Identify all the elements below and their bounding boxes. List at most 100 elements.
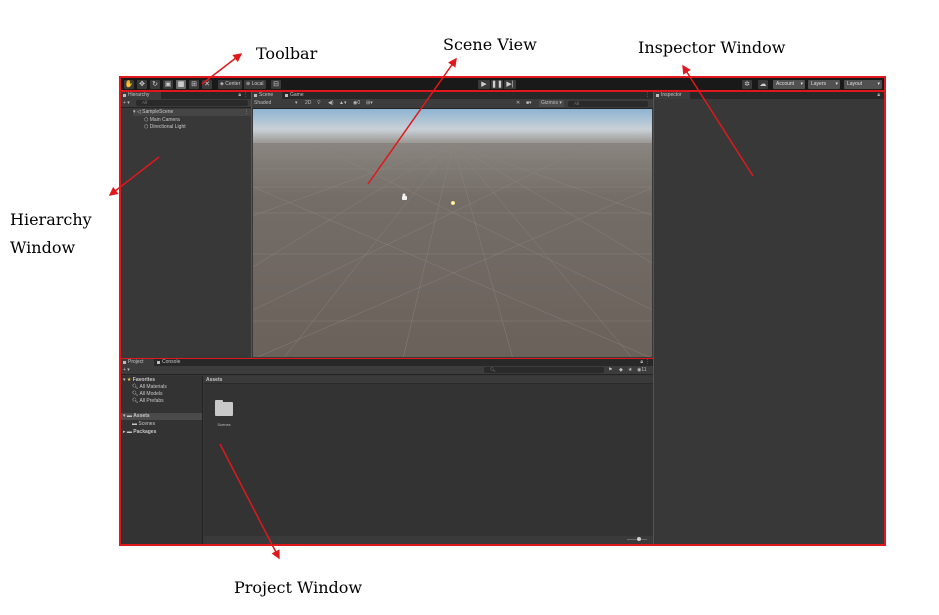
tools-icon[interactable]: ✕ [516, 100, 520, 107]
project-content: Assets Scenes [204, 376, 653, 536]
expand-icon[interactable]: ▾ [133, 109, 136, 115]
list-item[interactable]: 🔍︎ All Materials [132, 384, 167, 391]
hierarchy-add-label: + [123, 100, 126, 106]
pause-icon[interactable]: ❚❚ [491, 80, 503, 89]
chevron-down-icon: ▾ [877, 81, 880, 87]
layout-label: Layout [847, 81, 863, 87]
list-item[interactable]: ⬡ Directional Light [144, 124, 186, 131]
inspector-tabbar: Inspector 🔒︎ [654, 92, 884, 99]
tab-game[interactable]: Game [283, 92, 313, 99]
add-icon[interactable]: + ▾ [123, 100, 130, 107]
breadcrumb[interactable]: Assets [204, 376, 653, 384]
rotate-icon[interactable]: ↻ [150, 80, 160, 89]
tab-inspector[interactable]: Inspector [654, 92, 690, 99]
folder-icon: ▬ [126, 429, 132, 435]
list-item-label: All Prefabs [139, 398, 164, 404]
expand-icon[interactable]: ▾ [123, 377, 126, 383]
more-icon[interactable]: ⋮ [243, 92, 248, 99]
scene-panel: Scene Game ⋮ Shaded ▾ 2D 💡︎ ◀) ▲▾ ◉0 ⊞▾ … [251, 91, 654, 359]
custom-tool-icon[interactable]: ✕ [202, 80, 212, 89]
lock-icon[interactable]: 🔒︎ [238, 92, 241, 99]
2d-toggle[interactable]: 2D [305, 100, 311, 107]
list-item-label: Main Camera [149, 117, 180, 123]
unity-editor: ✋ ✥ ↻ ▣ ▦ ⊞ ✕ ◈ Center ⊕ Local ⊟ ▶ ❚❚ ▶|… [119, 76, 886, 546]
scene-view-annotation: Scene View [443, 35, 537, 54]
folder-icon [215, 400, 233, 416]
hidden-count-icon[interactable]: ◉0 [353, 100, 360, 107]
star-filter-icon[interactable]: ★ [628, 367, 632, 374]
scene-search-input[interactable]: All [568, 101, 648, 107]
expand-icon[interactable]: ▾ [123, 413, 126, 419]
effects-icon[interactable]: ▲▾ [339, 100, 346, 107]
folder-tab-icon [123, 361, 126, 364]
layers-label: Layers [811, 81, 827, 87]
scene-viewport[interactable] [253, 109, 652, 357]
pivot-toggle[interactable]: ◈ Center [218, 80, 243, 89]
tab-scene[interactable]: Scene [252, 92, 282, 99]
list-item[interactable]: 🔍︎ All Prefabs [132, 398, 164, 405]
main-toolbar: ✋ ✥ ↻ ▣ ▦ ⊞ ✕ ◈ Center ⊕ Local ⊟ ▶ ❚❚ ▶|… [120, 77, 885, 91]
move-icon[interactable]: ✥ [137, 80, 147, 89]
tab-project[interactable]: Project [121, 359, 154, 366]
layout-dropdown[interactable]: Layout ▾ [844, 80, 882, 89]
space-toggle[interactable]: ⊕ Local [244, 80, 266, 89]
game-tab-icon [285, 94, 288, 97]
more-icon[interactable]: ⋮ [645, 92, 650, 99]
shading-dropdown[interactable]: Shaded [254, 100, 271, 107]
camera-icon[interactable]: ■▾ [526, 100, 532, 107]
lock-icon[interactable]: 🔒︎ [640, 359, 643, 366]
hierarchy-tabbar: Hierarchy 🔒︎ ⋮ [121, 92, 251, 99]
gizmos-dropdown[interactable]: Gizmos ▾ [539, 100, 564, 107]
hierarchy-searchbar: + ▾ All [121, 99, 251, 108]
info-icon [656, 94, 659, 97]
list-item-label: Directional Light [149, 124, 186, 130]
packages-label: Packages [133, 429, 157, 435]
step-icon[interactable]: ▶| [504, 80, 516, 89]
favorites-row[interactable]: ▾ ★ Favorites [123, 377, 155, 384]
audio-icon[interactable]: ◀) [328, 100, 334, 107]
tab-project-label: Project [128, 359, 144, 365]
gizmos-label: Gizmos [541, 100, 558, 106]
filter-label-icon[interactable]: ◆ [619, 367, 623, 374]
list-item[interactable]: 🔍︎ All Models [132, 391, 163, 398]
layers-dropdown[interactable]: Layers ▾ [808, 80, 840, 89]
favorites-label: Favorites [132, 377, 156, 383]
lighting-icon[interactable]: 💡︎ [317, 100, 321, 107]
shading-label: Shaded [254, 100, 272, 106]
hierarchy-panel: Hierarchy 🔒︎ ⋮ + ▾ All ▾ ◁ SampleScene ⋮… [120, 91, 252, 359]
hierarchy-search-input[interactable]: All [136, 100, 248, 106]
rect-icon[interactable]: ▦ [176, 80, 186, 89]
scale-icon[interactable]: ▣ [163, 80, 173, 89]
scene-row[interactable]: ▾ ◁ SampleScene ⋮ [133, 109, 251, 116]
hand-icon[interactable]: ✋ [124, 80, 134, 89]
packages-row[interactable]: ▸ ▬ Packages [123, 429, 156, 436]
inspector-annotation: Inspector Window [638, 38, 786, 57]
grid-snap-icon[interactable]: ⊟ [271, 80, 281, 89]
hidden-packages-icon[interactable]: ◉11 [637, 367, 647, 374]
more-icon[interactable]: ⋮ [244, 109, 249, 116]
play-icon[interactable]: ▶ [478, 80, 490, 89]
project-panel: Project Console 🔒︎ ⋮ + ▾ 🔍︎ ⚑ ◆ ★ ◉11 ▾ … [120, 358, 654, 545]
list-item[interactable]: ▬ Scenes [132, 421, 155, 428]
add-icon[interactable]: + ▾ [123, 367, 130, 374]
transform-icon[interactable]: ⊞ [189, 80, 199, 89]
zoom-slider-handle[interactable] [637, 537, 641, 541]
chevron-down-icon[interactable]: ▾ [295, 100, 298, 107]
collab-icon[interactable]: ✲ [742, 80, 752, 89]
tab-console[interactable]: Console [155, 359, 188, 366]
filter-type-icon[interactable]: ⚑ [608, 367, 612, 374]
more-icon[interactable]: ⋮ [645, 359, 650, 366]
project-search-input[interactable]: 🔍︎ [484, 367, 604, 373]
list-item[interactable]: ⬡ Main Camera [144, 117, 180, 124]
expand-icon[interactable]: ▸ [123, 429, 126, 435]
project-footer [204, 536, 653, 544]
lock-icon[interactable]: 🔒︎ [877, 92, 880, 99]
project-annotation: Project Window [234, 578, 363, 597]
tab-hierarchy[interactable]: Hierarchy [121, 92, 161, 99]
light-gizmo-icon[interactable] [451, 201, 455, 205]
cloud-icon[interactable]: ☁ [758, 80, 768, 89]
grid-icon[interactable]: ⊞▾ [366, 100, 373, 107]
assets-row[interactable]: ▾ ▬ Assets [121, 413, 202, 420]
account-dropdown[interactable]: Account ▾ [773, 80, 805, 89]
asset-tile[interactable]: Scenes [212, 400, 236, 430]
